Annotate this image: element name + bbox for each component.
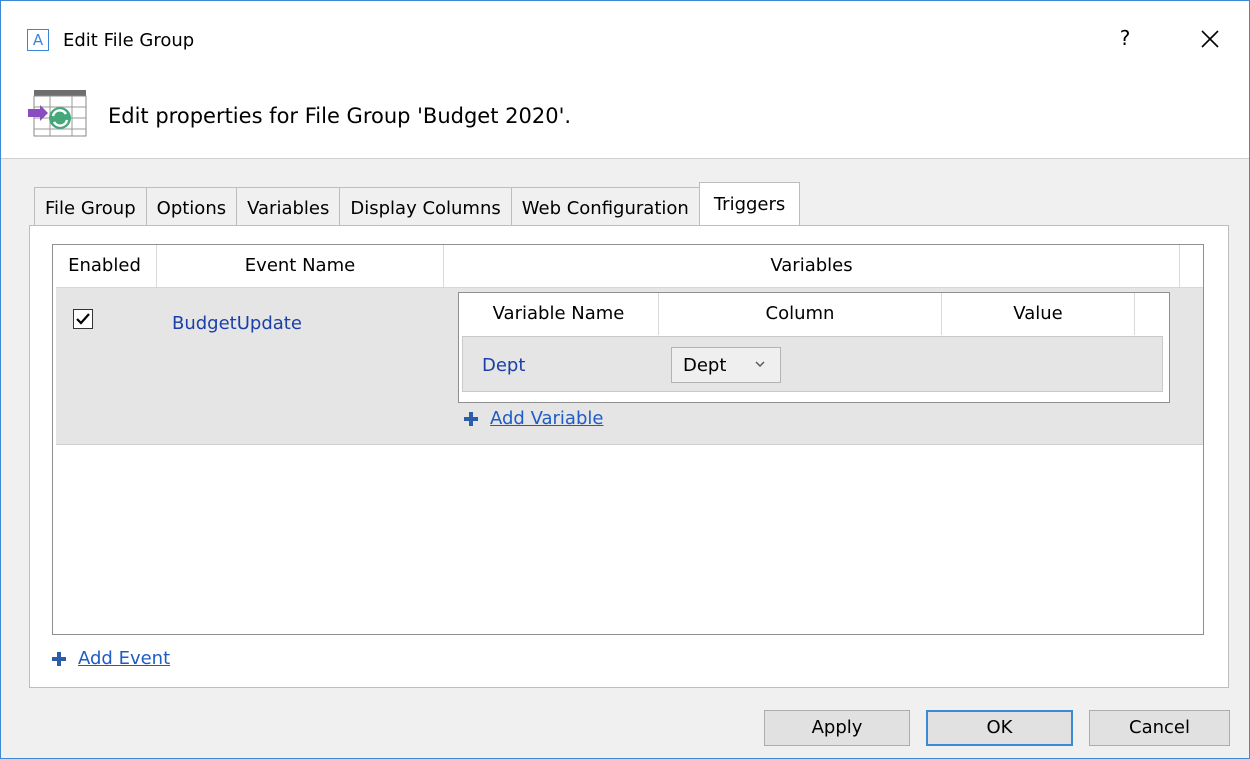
dialog-header: Edit properties for File Group 'Budget 2… — [1, 81, 1249, 159]
app-icon: A — [27, 29, 49, 51]
file-group-sync-icon — [26, 85, 90, 141]
enabled-checkbox[interactable] — [73, 309, 93, 329]
column-select-value: Dept — [683, 355, 727, 376]
events-grid: Enabled Event Name Variables BudgetUpdat… — [52, 244, 1204, 635]
edit-file-group-dialog: A Edit File Group ? Edit properties for … — [0, 0, 1250, 759]
tab-strip: File Group Options Variables Display Col… — [34, 182, 801, 230]
column-header-enabled[interactable]: Enabled — [53, 245, 157, 287]
events-grid-header: Enabled Event Name Variables — [53, 245, 1203, 287]
chevron-down-icon — [755, 361, 765, 367]
header-description: Edit properties for File Group 'Budget 2… — [108, 104, 572, 128]
add-event-link[interactable]: Add Event — [52, 648, 170, 669]
column-header-event-name[interactable]: Event Name — [157, 245, 444, 287]
event-name-cell[interactable]: BudgetUpdate — [172, 313, 302, 334]
variable-row[interactable]: Dept Dept — [462, 336, 1163, 392]
help-button[interactable]: ? — [1113, 26, 1137, 54]
ok-button[interactable]: OK — [926, 710, 1073, 746]
close-button[interactable] — [1195, 24, 1225, 54]
tab-display-columns[interactable]: Display Columns — [339, 187, 511, 230]
window-title: Edit File Group — [63, 30, 195, 51]
close-icon — [1201, 30, 1219, 48]
add-event-label: Add Event — [78, 648, 171, 669]
column-header-value[interactable]: Value — [942, 293, 1135, 335]
plus-icon — [52, 651, 66, 666]
tab-web-configuration[interactable]: Web Configuration — [510, 187, 699, 230]
tab-variables[interactable]: Variables — [236, 187, 340, 230]
tab-file-group[interactable]: File Group — [34, 187, 146, 230]
variables-grid: Variable Name Column Value Dept Dept — [458, 292, 1170, 403]
event-row[interactable]: BudgetUpdate Variable Name Column Value … — [56, 287, 1203, 445]
column-select[interactable]: Dept — [671, 347, 781, 383]
plus-icon — [464, 411, 478, 426]
column-header-variables[interactable]: Variables — [444, 245, 1180, 287]
tab-triggers[interactable]: Triggers — [698, 182, 801, 230]
tab-options[interactable]: Options — [145, 187, 237, 230]
apply-button[interactable]: Apply — [764, 710, 910, 746]
checkmark-icon — [76, 313, 90, 325]
cancel-button[interactable]: Cancel — [1089, 710, 1230, 746]
column-header-variable-name[interactable]: Variable Name — [459, 293, 659, 335]
add-variable-link[interactable]: Add Variable — [464, 408, 603, 429]
variable-name-cell[interactable]: Dept — [482, 355, 525, 376]
column-header-column[interactable]: Column — [659, 293, 942, 335]
title-bar: A Edit File Group ? — [1, 1, 1249, 81]
triggers-panel: Enabled Event Name Variables BudgetUpdat… — [29, 225, 1229, 688]
add-variable-label: Add Variable — [490, 408, 604, 429]
